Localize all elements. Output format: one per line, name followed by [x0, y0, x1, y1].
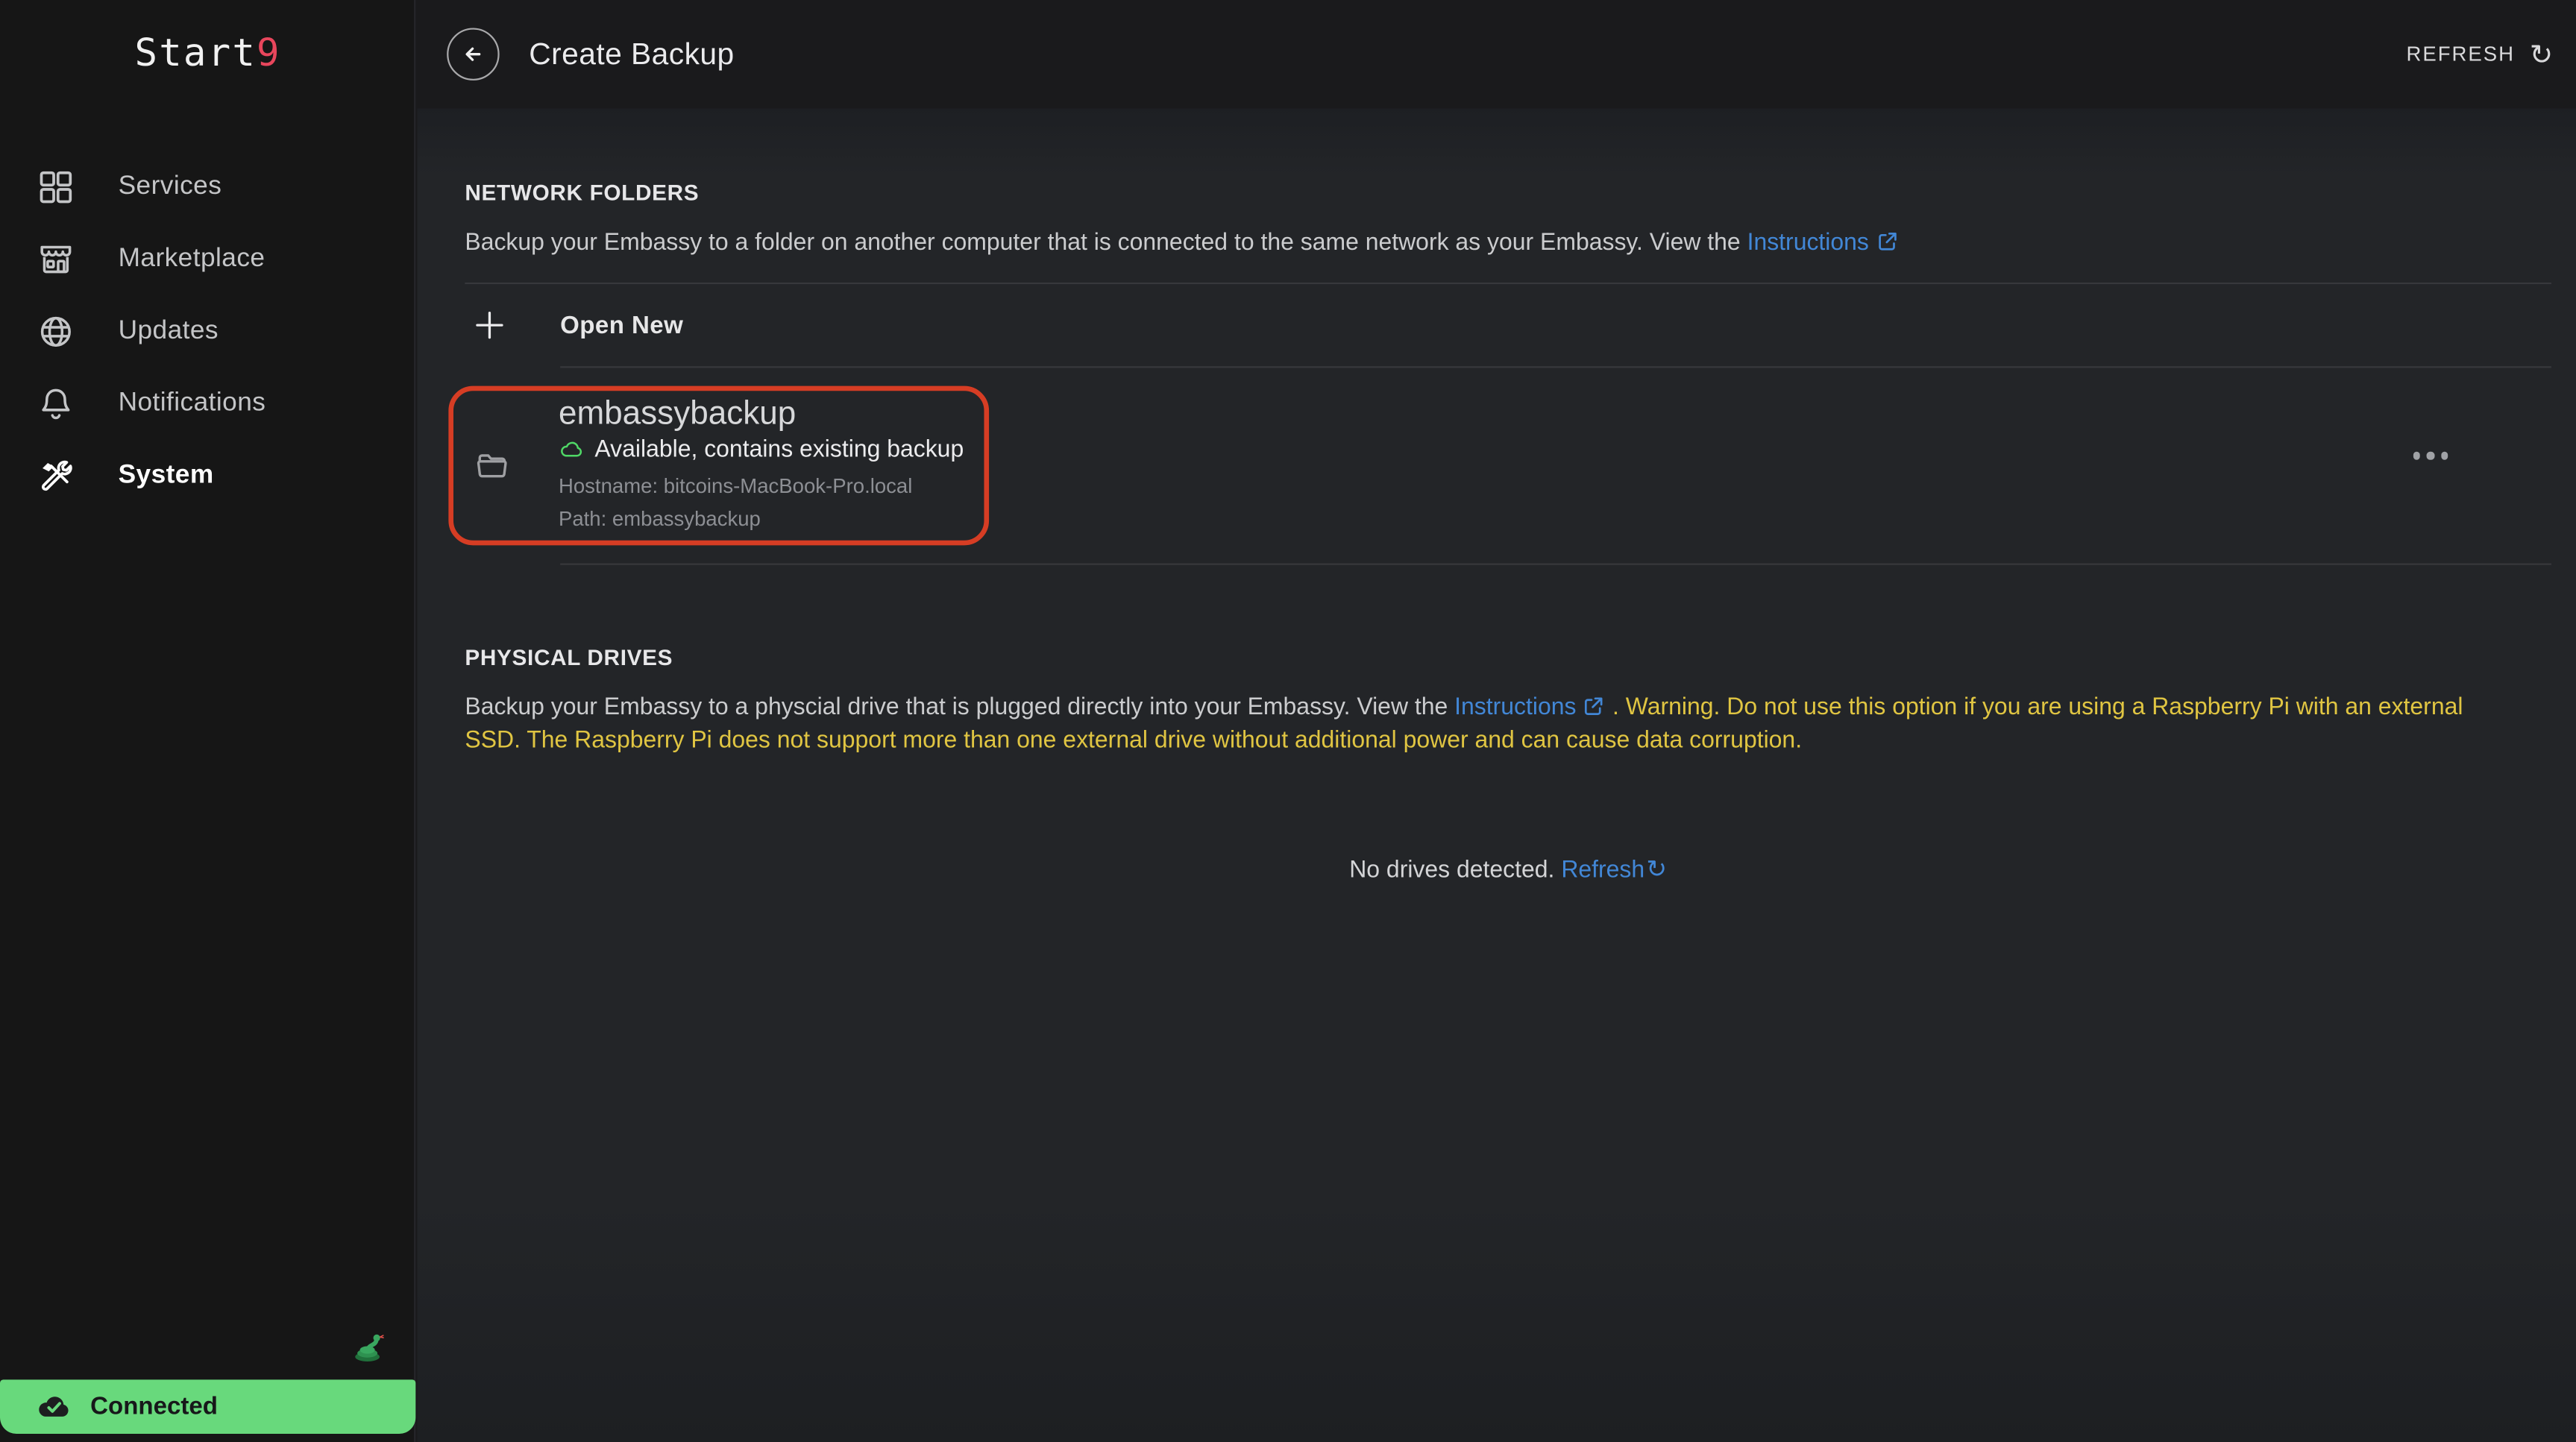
backup-folder-hostname: Hostname: bitcoins-MacBook-Pro.local [558, 474, 913, 498]
instructions-link[interactable]: Instructions [1747, 230, 1869, 256]
backup-folder-name: embassybackup [558, 395, 797, 432]
backup-folder-card-highlighted[interactable]: embassybackup Available, contains existi… [448, 385, 990, 546]
main-content: NETWORK FOLDERS Backup your Embassy to a… [417, 108, 2576, 1442]
ellipsis-dot [2440, 451, 2448, 459]
back-button[interactable] [447, 28, 500, 81]
network-folders-description: Backup your Embassy to a folder on anoth… [465, 227, 2551, 259]
folder-icon [477, 454, 507, 478]
refresh-icon: ↻ [1646, 855, 1668, 884]
open-new-folder-row[interactable]: Open New [465, 284, 2551, 366]
connection-status-bar: Connected [0, 1379, 416, 1435]
ellipsis-dot [2412, 451, 2420, 459]
cloud-available-icon [561, 441, 582, 457]
backup-folder-path: Path: embassybackup [558, 507, 761, 531]
open-new-label: Open New [560, 311, 684, 339]
page-title: Create Backup [529, 36, 735, 71]
storefront-icon [40, 245, 72, 274]
sidebar-item-notifications[interactable]: Notifications [0, 368, 415, 440]
sidebar-item-label: Services [118, 172, 222, 201]
sidebar-nav: Services Marketplace Updates Notificatio… [0, 151, 415, 513]
sidebar-item-label: Updates [118, 317, 219, 345]
sidebar-item-updates[interactable]: Updates [0, 296, 415, 368]
network-folders-heading: NETWORK FOLDERS [465, 180, 700, 206]
sidebar-item-services[interactable]: Services [0, 151, 415, 224]
snake-icon [355, 1334, 384, 1361]
backup-folder-status: Available, contains existing backup [594, 436, 964, 464]
physical-drives-description: Backup your Embassy to a physcial drive … [465, 694, 2463, 755]
external-link-icon [1878, 233, 1896, 251]
ellipsis-dot [2426, 451, 2434, 459]
start9-logo: Start9 [134, 33, 281, 76]
refresh-icon: ↻ [2529, 38, 2554, 70]
globe-icon [40, 316, 71, 347]
folder-options-menu-button[interactable] [2412, 451, 2448, 459]
sidebar-item-marketplace[interactable]: Marketplace [0, 224, 415, 296]
sidebar-item-label: System [118, 461, 214, 490]
app-window: Start9 Services Marketplace Updates Noti… [0, 0, 2576, 1442]
cloud-check-icon [39, 1396, 69, 1416]
bell-icon [42, 388, 70, 420]
refresh-button-label: REFRESH [2406, 42, 2515, 66]
sidebar-item-system[interactable]: System [0, 440, 415, 512]
sidebar-item-label: Notifications [118, 389, 266, 418]
backup-folder-row: embassybackup Available, contains existi… [448, 368, 2551, 563]
grid-icon [40, 171, 72, 204]
list-divider [560, 563, 2551, 565]
logo-accent-9: 9 [257, 33, 281, 76]
refresh-button[interactable]: REFRESH ↻ [2406, 40, 2553, 68]
external-link-icon [1585, 697, 1603, 715]
hammer-wrench-icon [41, 460, 72, 491]
connection-status-label: Connected [90, 1392, 218, 1421]
page-header: Create Backup REFRESH ↻ [417, 0, 2576, 109]
physical-drives-heading: PHYSICAL DRIVES [465, 645, 673, 670]
refresh-drives-link[interactable]: Refresh [1561, 857, 1644, 884]
sidebar: Start9 Services Marketplace Updates Noti… [0, 0, 416, 1442]
arrow-left-icon [465, 47, 481, 61]
backup-folder-status-row: Available, contains existing backup [559, 437, 964, 463]
sidebar-item-label: Marketplace [118, 245, 266, 273]
plus-icon [476, 311, 503, 339]
instructions-link[interactable]: Instructions [1454, 695, 1576, 721]
no-drives-message: No drives detected. Refresh ↻ [1349, 855, 1668, 884]
backup-folder-info: embassybackup Available, contains existi… [559, 396, 964, 535]
